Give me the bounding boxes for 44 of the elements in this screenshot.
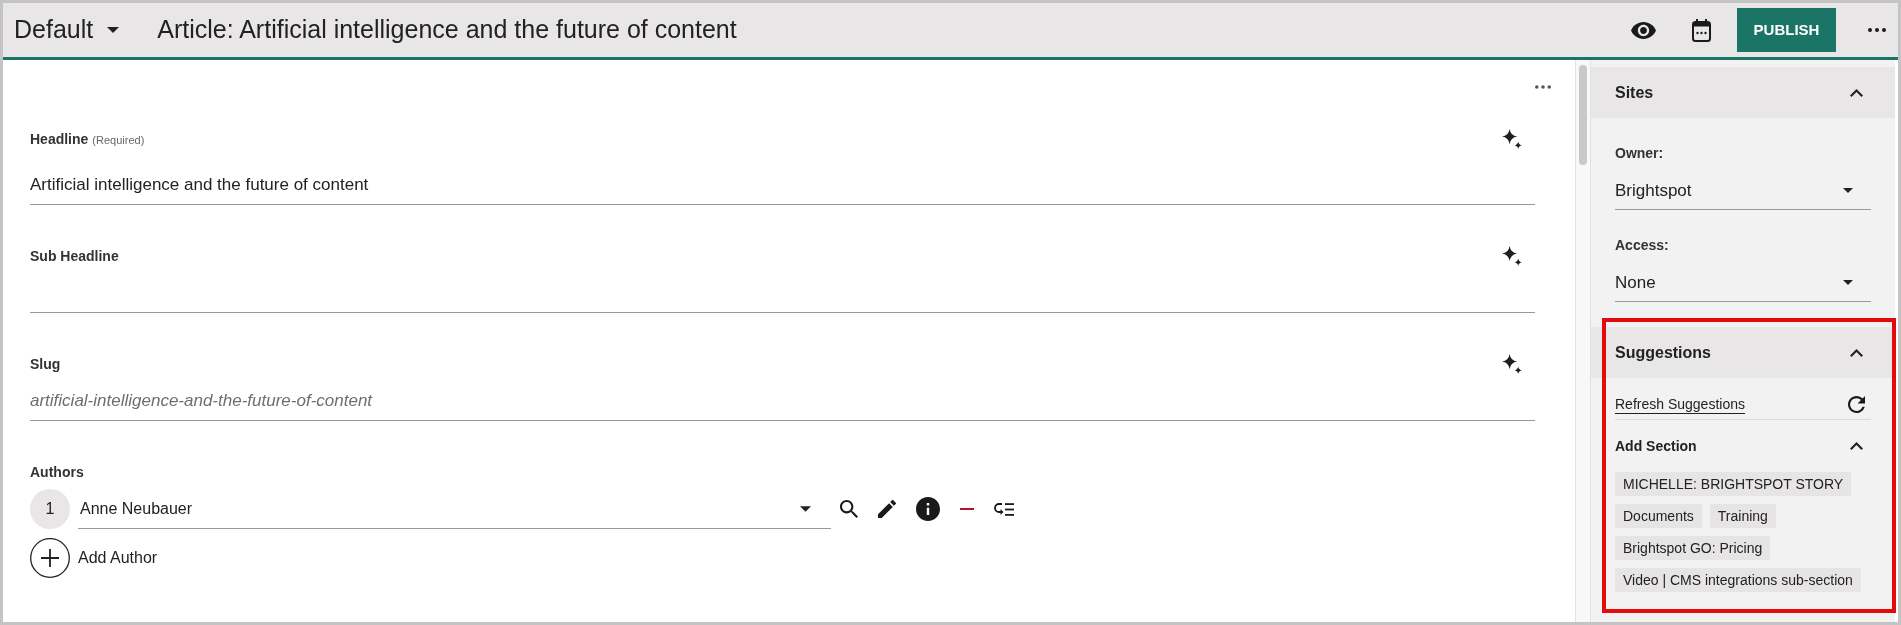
text-input[interactable]: artificial-intelligence-and-the-future-of-content [30, 381, 1535, 421]
section-tag[interactable]: Brightspot GO: Pricing [1615, 536, 1771, 560]
author-number: 1 [30, 489, 70, 529]
pencil-icon[interactable] [878, 500, 896, 518]
field-label: Authors [30, 462, 84, 482]
author-select[interactable]: Anne Neubauer [78, 489, 831, 529]
view-selector[interactable]: Default [14, 11, 120, 49]
panel-header[interactable]: Suggestions [1591, 327, 1895, 378]
section-tag[interactable]: Documents [1615, 504, 1702, 528]
caret-icon [107, 27, 120, 33]
field-label: Slug [30, 354, 61, 374]
dropdown-select[interactable]: None [1615, 264, 1871, 302]
caret-icon [1843, 188, 1853, 193]
eye-icon[interactable] [1631, 21, 1656, 39]
required-note: (Required) [92, 132, 145, 148]
refresh-suggestions-link[interactable]: Refresh Suggestions [1615, 394, 1745, 415]
add-author-button[interactable]: Add Author [30, 538, 158, 578]
sparkle-icon[interactable] [1502, 246, 1522, 266]
section-tag[interactable]: MICHELLE: BRIGHTSPOT STORY [1615, 472, 1852, 496]
calendar-icon[interactable] [1692, 18, 1711, 42]
page-title: Article: Artificial intelligence and the future of content [157, 14, 737, 46]
sparkle-icon[interactable] [1502, 129, 1522, 149]
section-tag[interactable]: Video | CMS integrations sub-section [1615, 568, 1861, 592]
field-label: Access: [1615, 236, 1670, 254]
more-icon[interactable] [1868, 28, 1886, 32]
scrollbar-thumb[interactable] [1579, 65, 1587, 165]
info-icon[interactable] [916, 497, 940, 521]
field-label: Headline [30, 129, 89, 149]
arrow-list-icon[interactable] [994, 502, 1014, 516]
more-icon[interactable] [1535, 85, 1551, 89]
sparkle-icon[interactable] [1502, 354, 1522, 374]
field-label: Sub Headline [30, 246, 119, 266]
text-input[interactable]: Artificial intelligence and the future of content [30, 165, 1535, 205]
search-icon[interactable] [840, 500, 858, 518]
dropdown-select[interactable]: Brightspot [1615, 172, 1871, 210]
publish-button[interactable]: PUBLISH [1737, 8, 1836, 52]
section-tag[interactable]: Training [1709, 504, 1776, 528]
plus-circle-icon [30, 538, 70, 578]
panel-header[interactable]: Sites [1591, 67, 1895, 118]
caret-icon [1843, 280, 1853, 285]
field-label: Owner: [1615, 144, 1665, 162]
subsection-header[interactable]: Add Section [1615, 434, 1871, 458]
refresh-icon[interactable] [1848, 396, 1865, 413]
caret-icon [800, 505, 811, 512]
